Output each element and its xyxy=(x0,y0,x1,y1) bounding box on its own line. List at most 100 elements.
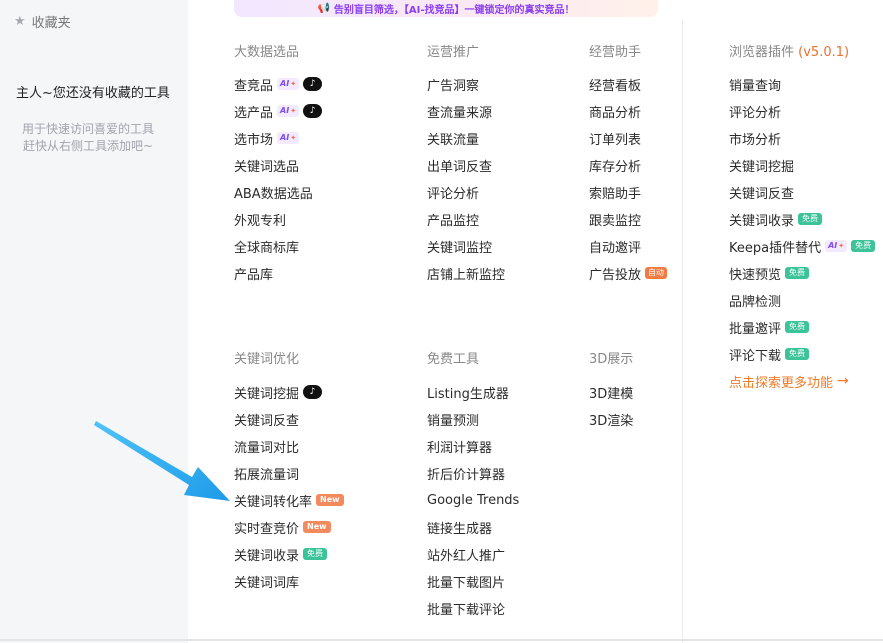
tiktok-icon: ♪ xyxy=(303,385,323,399)
tool-link-ad-insights[interactable]: 广告洞察 xyxy=(427,74,479,94)
tool-label: Keepa插件替代 xyxy=(729,240,822,256)
tool-link-product-monitor[interactable]: 产品监控 xyxy=(427,209,479,229)
tool-link-plugin-review-analysis[interactable]: 评论分析 xyxy=(729,101,781,121)
tiktok-icon: ♪ xyxy=(303,104,323,118)
tool-link-claim-assistant[interactable]: 索赔助手 xyxy=(589,182,641,202)
tool-link-expand-traffic-keywords[interactable]: 拓展流量词 xyxy=(234,463,299,483)
tool-link-ad-placement[interactable]: 广告投放 自动 xyxy=(589,263,668,283)
tool-link-google-trends[interactable]: Google Trends xyxy=(427,490,519,510)
explore-more-link[interactable]: 点击探索更多功能 → xyxy=(729,371,849,391)
tool-link-review-download[interactable]: 评论下载 免费 xyxy=(729,344,810,364)
tool-link-keyword-index[interactable]: 关键词收录 免费 xyxy=(234,544,328,564)
tool-link-order-keyword-lookup[interactable]: 出单词反查 xyxy=(427,155,492,175)
tool-link-related-traffic[interactable]: 关联流量 xyxy=(427,128,479,148)
tool-link-traffic-source[interactable]: 查流量来源 xyxy=(427,101,492,121)
tiktok-icon: ♪ xyxy=(303,77,323,91)
favorites-header: ★ 收藏夹 xyxy=(14,12,71,31)
free-badge: 免费 xyxy=(785,321,810,333)
tool-link-influencer-promo[interactable]: 站外红人推广 xyxy=(427,544,505,564)
section-title-free-tools: 免费工具 xyxy=(427,352,480,367)
promo-banner[interactable]: 📢 告别盲目筛选，【AI-找竞品】一键锁定你的真实竞品！ xyxy=(234,0,658,17)
banner-text: 告别盲目筛选，【AI-找竞品】一键锁定你的真实竞品！ xyxy=(333,5,575,16)
tool-link-profit-calculator[interactable]: 利润计算器 xyxy=(427,436,492,456)
favorites-sidebar: ★ 收藏夹 主人~您还没有收藏的工具 用于快速访问喜爱的工具 赶快从右侧工具添加… xyxy=(0,0,188,643)
tool-link-bulk-review-request[interactable]: 批量邀评 免费 xyxy=(729,317,810,337)
tool-link-sales-forecast[interactable]: 销量预测 xyxy=(427,409,479,429)
tool-label: 关键词挖掘 xyxy=(234,386,300,402)
section-title-browser-plugin: 浏览器插件 (v5.0.1) xyxy=(729,41,849,60)
tool-link-market-analysis[interactable]: 市场分析 xyxy=(729,128,781,148)
tool-link-select-products[interactable]: 选产品 AI ✦ ♪ xyxy=(234,101,323,121)
ai-badge: AI ✦ xyxy=(277,78,300,90)
tool-link-keyword-conversion[interactable]: 关键词转化率 New xyxy=(234,490,344,510)
section-title-3d: 3D展示 xyxy=(589,352,634,367)
tool-label: 广告投放 xyxy=(589,267,642,283)
tool-link-select-market[interactable]: 选市场 AI ✦ xyxy=(234,128,300,148)
tool-link-quick-preview[interactable]: 快速预览 免费 xyxy=(729,263,810,283)
tool-label: 选产品 xyxy=(234,105,274,121)
free-badge: 免费 xyxy=(303,548,328,560)
tool-label: 查竞品 xyxy=(234,78,274,94)
tool-link-link-generator[interactable]: 链接生成器 xyxy=(427,517,492,537)
tool-label: 关键词收录 xyxy=(729,213,795,229)
tool-label: 快速预览 xyxy=(729,267,782,283)
plugin-version: (v5.0.1) xyxy=(798,45,850,60)
tool-link-design-patents[interactable]: 外观专利 xyxy=(234,209,286,229)
hint-line-2: 赶快从右侧工具添加吧~ xyxy=(22,139,154,153)
ai-badge: AI ✦ xyxy=(277,132,300,144)
tool-link-bulk-download-reviews[interactable]: 批量下载评论 xyxy=(427,598,505,618)
tool-label: 批量邀评 xyxy=(729,321,782,337)
tool-link-keyword-monitor[interactable]: 关键词监控 xyxy=(427,236,492,256)
tool-label: 关键词转化率 xyxy=(234,494,313,510)
column-divider xyxy=(682,20,683,643)
tool-link-sales-query[interactable]: 销量查询 xyxy=(729,74,781,94)
tool-link-keyword-library[interactable]: 关键词词库 xyxy=(234,571,299,591)
new-badge: New xyxy=(303,521,331,533)
tool-link-product-analysis[interactable]: 商品分析 xyxy=(589,101,641,121)
section-title-big-data: 大数据选品 xyxy=(234,45,300,60)
tool-link-aba-data[interactable]: ABA数据选品 xyxy=(234,182,313,202)
tool-link-review-analysis[interactable]: 评论分析 xyxy=(427,182,479,202)
tool-link-keyword-mining[interactable]: 关键词挖掘 ♪ xyxy=(234,382,323,402)
tool-link-inventory-analysis[interactable]: 库存分析 xyxy=(589,155,641,175)
tool-link-find-competitors[interactable]: 查竞品 AI ✦ ♪ xyxy=(234,74,323,94)
free-badge: 免费 xyxy=(785,348,810,360)
plugin-title: 浏览器插件 xyxy=(729,45,795,60)
tool-label: 选市场 xyxy=(234,132,274,148)
section-title-promotion: 运营推广 xyxy=(427,45,480,60)
tool-label: 评论下载 xyxy=(729,348,782,364)
tool-link-trademark-library[interactable]: 全球商标库 xyxy=(234,236,299,256)
tool-link-auto-review-request[interactable]: 自动邀评 xyxy=(589,236,641,256)
free-badge: 免费 xyxy=(851,240,876,252)
new-badge: New xyxy=(316,494,344,506)
tool-link-store-new-monitor[interactable]: 店铺上新监控 xyxy=(427,263,505,283)
tool-link-hijack-monitor[interactable]: 跟卖监控 xyxy=(589,209,641,229)
bottom-divider xyxy=(0,639,883,641)
tool-link-discount-calculator[interactable]: 折后价计算器 xyxy=(427,463,505,483)
tool-link-brand-check[interactable]: 品牌检测 xyxy=(729,290,781,310)
tool-link-plugin-keyword-mining[interactable]: 关键词挖掘 xyxy=(729,155,794,175)
tool-link-plugin-keyword-reverse[interactable]: 关键词反查 xyxy=(729,182,794,202)
section-title-assistant: 经营助手 xyxy=(589,45,642,60)
tool-link-3d-render[interactable]: 3D渲染 xyxy=(589,409,633,429)
ai-badge: AI ✦ xyxy=(277,105,300,117)
tool-link-dashboard[interactable]: 经营看板 xyxy=(589,74,641,94)
tool-link-realtime-bid[interactable]: 实时查竞价 New xyxy=(234,517,331,537)
tool-label: 实时查竞价 xyxy=(234,521,300,537)
explore-more-label: 点击探索更多功能 xyxy=(729,375,834,391)
tool-link-keyword-selection[interactable]: 关键词选品 xyxy=(234,155,299,175)
tool-link-plugin-keyword-index[interactable]: 关键词收录 免费 xyxy=(729,209,823,229)
tool-link-3d-modeling[interactable]: 3D建模 xyxy=(589,382,633,402)
hint-line-1: 用于快速访问喜爱的工具 xyxy=(21,122,154,136)
tool-link-traffic-keyword-compare[interactable]: 流量词对比 xyxy=(234,436,299,456)
auto-badge: 自动 xyxy=(645,267,668,279)
free-badge: 免费 xyxy=(798,213,823,225)
tool-link-product-library[interactable]: 产品库 xyxy=(234,263,273,283)
tool-link-order-list[interactable]: 订单列表 xyxy=(589,128,641,148)
tool-link-keyword-reverse[interactable]: 关键词反查 xyxy=(234,409,299,429)
star-icon: ★ xyxy=(14,14,26,29)
tool-link-bulk-download-images[interactable]: 批量下载图片 xyxy=(427,571,505,591)
tool-link-listing-generator[interactable]: Listing生成器 xyxy=(427,382,509,402)
pointer-arrow-icon xyxy=(94,421,230,501)
tool-link-keepa-alternative[interactable]: Keepa插件替代 AI ✦ 免费 xyxy=(729,236,876,256)
